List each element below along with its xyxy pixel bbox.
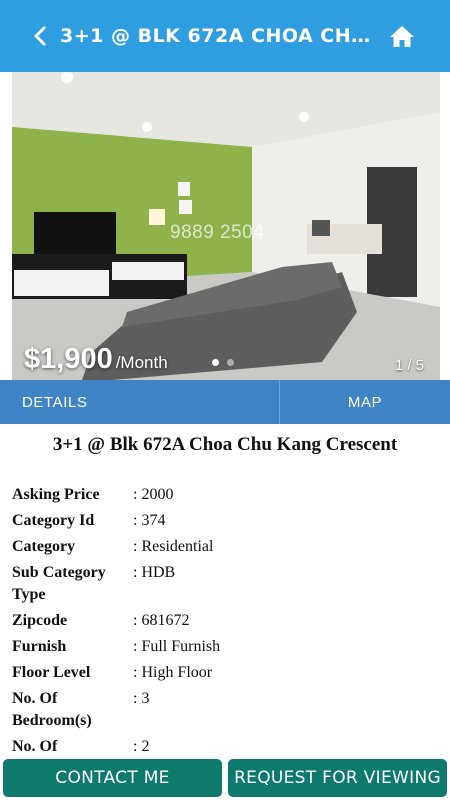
detail-row: Category Id : 374 xyxy=(12,510,438,532)
detail-label: No. Of Bedroom(s) xyxy=(12,690,92,729)
details-list: Asking Price : 2000 Category Id : 374 Ca… xyxy=(12,484,438,762)
listing-title: 3+1 @ Blk 672A Choa Chu Kang Crescent xyxy=(52,434,398,455)
detail-value: : High Floor xyxy=(133,664,213,681)
photo-watermark: 9889 2504 xyxy=(170,222,265,243)
detail-row: Asking Price : 2000 xyxy=(12,484,438,506)
detail-value: : 374 xyxy=(133,512,166,529)
home-icon xyxy=(390,26,414,47)
carousel-dot[interactable] xyxy=(212,359,219,366)
contact-me-button[interactable]: CONTACT ME xyxy=(3,759,222,797)
request-viewing-button[interactable]: REQUEST FOR VIEWING xyxy=(228,759,447,797)
detail-value: : Residential xyxy=(133,538,214,555)
detail-label: No. Of xyxy=(12,738,58,755)
detail-row: Floor Level : High Floor xyxy=(12,662,438,684)
app-header: 3+1 @ BLK 672A CHOA CHU K... xyxy=(0,0,450,72)
carousel-dots xyxy=(212,359,234,366)
detail-value: : 2 xyxy=(133,738,150,755)
carousel-dot[interactable] xyxy=(227,359,234,366)
detail-value: : 681672 xyxy=(133,612,190,629)
price-unit: /Month xyxy=(115,353,168,372)
detail-row: No. Of Bedroom(s) : 3 xyxy=(12,688,438,732)
photo-counter: 1 / 5 xyxy=(394,357,424,374)
detail-value: : HDB xyxy=(133,564,176,581)
detail-label: Zipcode xyxy=(12,612,68,629)
detail-value: : 3 xyxy=(133,690,150,707)
detail-row: Sub Category Type : HDB xyxy=(12,562,438,606)
detail-row: Zipcode : 681672 xyxy=(12,610,438,632)
chevron-left-icon xyxy=(34,26,46,46)
detail-label: Category xyxy=(12,538,76,555)
detail-label: Category Id xyxy=(12,512,95,529)
tab-bar: DETAILS MAP xyxy=(0,380,450,424)
page-title: 3+1 @ BLK 672A CHOA CHU K... xyxy=(60,25,382,47)
tab-map[interactable]: MAP xyxy=(280,380,450,424)
listing-photo-carousel[interactable]: 9889 2504 $1,900 /Month 1 / 5 xyxy=(12,72,440,380)
detail-label: Furnish xyxy=(12,638,67,655)
price-amount: $1,900 xyxy=(24,343,113,375)
detail-label: Floor Level xyxy=(12,664,91,681)
price-label: $1,900 /Month xyxy=(24,343,168,376)
detail-label: Sub Category Type xyxy=(12,564,106,603)
action-bar: CONTACT ME REQUEST FOR VIEWING xyxy=(0,756,450,800)
detail-label: Asking Price xyxy=(12,486,100,503)
tab-details[interactable]: DETAILS xyxy=(0,380,280,424)
back-button[interactable] xyxy=(20,0,60,72)
detail-row: Furnish : Full Furnish xyxy=(12,636,438,658)
home-button[interactable] xyxy=(382,0,422,72)
detail-row: Category : Residential xyxy=(12,536,438,558)
detail-value: : Full Furnish xyxy=(133,638,221,655)
detail-row: No. Of : 2 xyxy=(12,736,438,758)
detail-value: : 2000 xyxy=(133,486,174,503)
